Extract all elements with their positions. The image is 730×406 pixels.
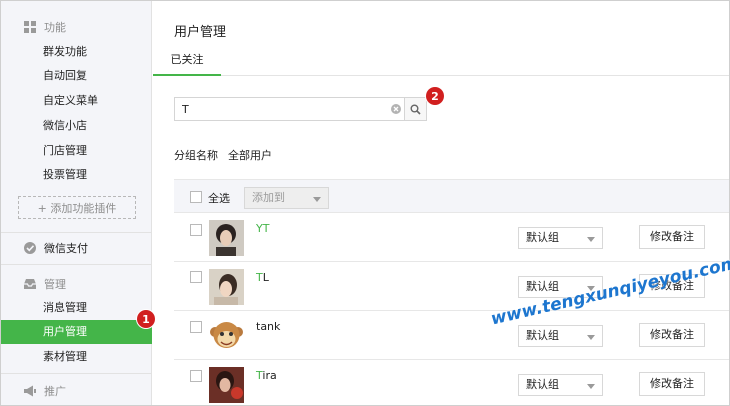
name-highlight-2: T xyxy=(262,222,270,235)
section-function: 功能 xyxy=(1,16,152,38)
megaphone-icon xyxy=(24,385,36,397)
clear-icon[interactable] xyxy=(391,104,401,114)
section-promote: 推广 xyxy=(1,380,152,402)
group-select-value: 默认组 xyxy=(526,378,559,391)
name-highlight: T xyxy=(256,271,263,284)
row-checkbox[interactable] xyxy=(190,224,202,236)
section-wechat-pay[interactable]: 微信支付 xyxy=(1,237,152,259)
user-name[interactable]: tank xyxy=(256,320,280,333)
select-all-label: 全选 xyxy=(208,192,230,205)
edit-remark-button[interactable]: 修改备注 xyxy=(639,372,705,396)
divider xyxy=(1,373,152,374)
avatar[interactable] xyxy=(209,220,244,256)
group-select[interactable]: 默认组 xyxy=(518,325,603,347)
annotation-badge-2: 2 xyxy=(426,87,444,105)
search-input[interactable] xyxy=(175,98,387,120)
page-title: 用户管理 xyxy=(174,25,227,40)
section-manage-label: 管理 xyxy=(44,278,66,291)
avatar[interactable] xyxy=(209,367,244,403)
sidebar-item-vote-manage[interactable]: 投票管理 xyxy=(1,163,152,187)
search-icon xyxy=(410,104,421,115)
chevron-down-icon xyxy=(587,237,595,242)
section-promote-label: 推广 xyxy=(44,385,66,398)
main-panel: 用户管理 已关注 分组名称全部用户 全选 添加到 xyxy=(153,1,729,405)
sidebar-item-user-manage[interactable]: 用户管理 xyxy=(1,320,152,344)
name-rest: tank xyxy=(256,320,281,333)
add-plugin-button[interactable]: + 添加功能插件 xyxy=(18,196,136,219)
search-box xyxy=(174,97,405,121)
edit-remark-button[interactable]: 修改备注 xyxy=(639,225,705,249)
add-to-dropdown[interactable]: 添加到 xyxy=(244,187,329,209)
chevron-down-icon xyxy=(587,384,595,389)
name-highlight-1: Y xyxy=(256,222,263,235)
user-name[interactable]: YT xyxy=(256,222,269,235)
group-select-value: 默认组 xyxy=(526,280,559,293)
section-manage: 管理 xyxy=(1,273,152,295)
group-select[interactable]: 默认组 xyxy=(518,374,603,396)
select-all-checkbox[interactable] xyxy=(190,191,202,203)
group-select[interactable]: 默认组 xyxy=(518,227,603,249)
user-name[interactable]: TL xyxy=(256,271,269,284)
section-function-label: 功能 xyxy=(44,21,66,34)
group-select-value: 默认组 xyxy=(526,329,559,342)
row-checkbox[interactable] xyxy=(190,321,202,333)
group-value[interactable]: 全部用户 xyxy=(228,149,272,162)
row-checkbox[interactable] xyxy=(190,271,202,283)
group-filter: 分组名称 全部用户 xyxy=(174,147,282,163)
sidebar-item-material-manage[interactable]: 素材管理 xyxy=(1,345,152,369)
sidebar-item-message-manage[interactable]: 消息管理 xyxy=(1,296,152,320)
avatar[interactable] xyxy=(209,269,244,305)
search-button[interactable] xyxy=(405,97,427,121)
tray-icon xyxy=(24,279,36,289)
name-rest: ira xyxy=(262,369,277,382)
wechat-pay-icon xyxy=(24,242,36,254)
divider xyxy=(1,232,152,233)
table-row: YT 默认组 修改备注 xyxy=(174,213,729,262)
group-label: 分组名称 xyxy=(174,149,218,162)
divider xyxy=(1,264,152,265)
chevron-down-icon xyxy=(313,197,321,202)
edit-remark-button[interactable]: 修改备注 xyxy=(639,323,705,347)
table-row: tank 默认组 修改备注 xyxy=(174,311,729,360)
sidebar-item-custom-menu[interactable]: 自定义菜单 xyxy=(1,89,152,113)
row-checkbox[interactable] xyxy=(190,370,202,382)
sidebar-item-store-manage[interactable]: 门店管理 xyxy=(1,139,152,163)
chevron-down-icon xyxy=(587,335,595,340)
section-wechat-pay-label: 微信支付 xyxy=(44,242,88,255)
user-name[interactable]: Tira xyxy=(256,369,277,382)
sidebar-item-wechat-shop[interactable]: 微信小店 xyxy=(1,114,152,138)
sidebar: 功能 群发功能 自动回复 自定义菜单 微信小店 门店管理 投票管理 + 添加功能… xyxy=(1,1,152,405)
tab-bar: 已关注 xyxy=(153,49,729,76)
add-to-label: 添加到 xyxy=(252,191,285,204)
grid-icon xyxy=(24,21,36,33)
group-select-value: 默认组 xyxy=(526,231,559,244)
table-header: 全选 添加到 xyxy=(174,179,729,213)
table-row: Tira 默认组 修改备注 xyxy=(174,360,729,406)
tab-followed[interactable]: 已关注 xyxy=(153,49,221,76)
sidebar-item-auto-reply[interactable]: 自动回复 xyxy=(1,64,152,88)
avatar[interactable] xyxy=(209,318,244,354)
sidebar-item-mass-send[interactable]: 群发功能 xyxy=(1,40,152,64)
name-rest: L xyxy=(262,271,269,284)
